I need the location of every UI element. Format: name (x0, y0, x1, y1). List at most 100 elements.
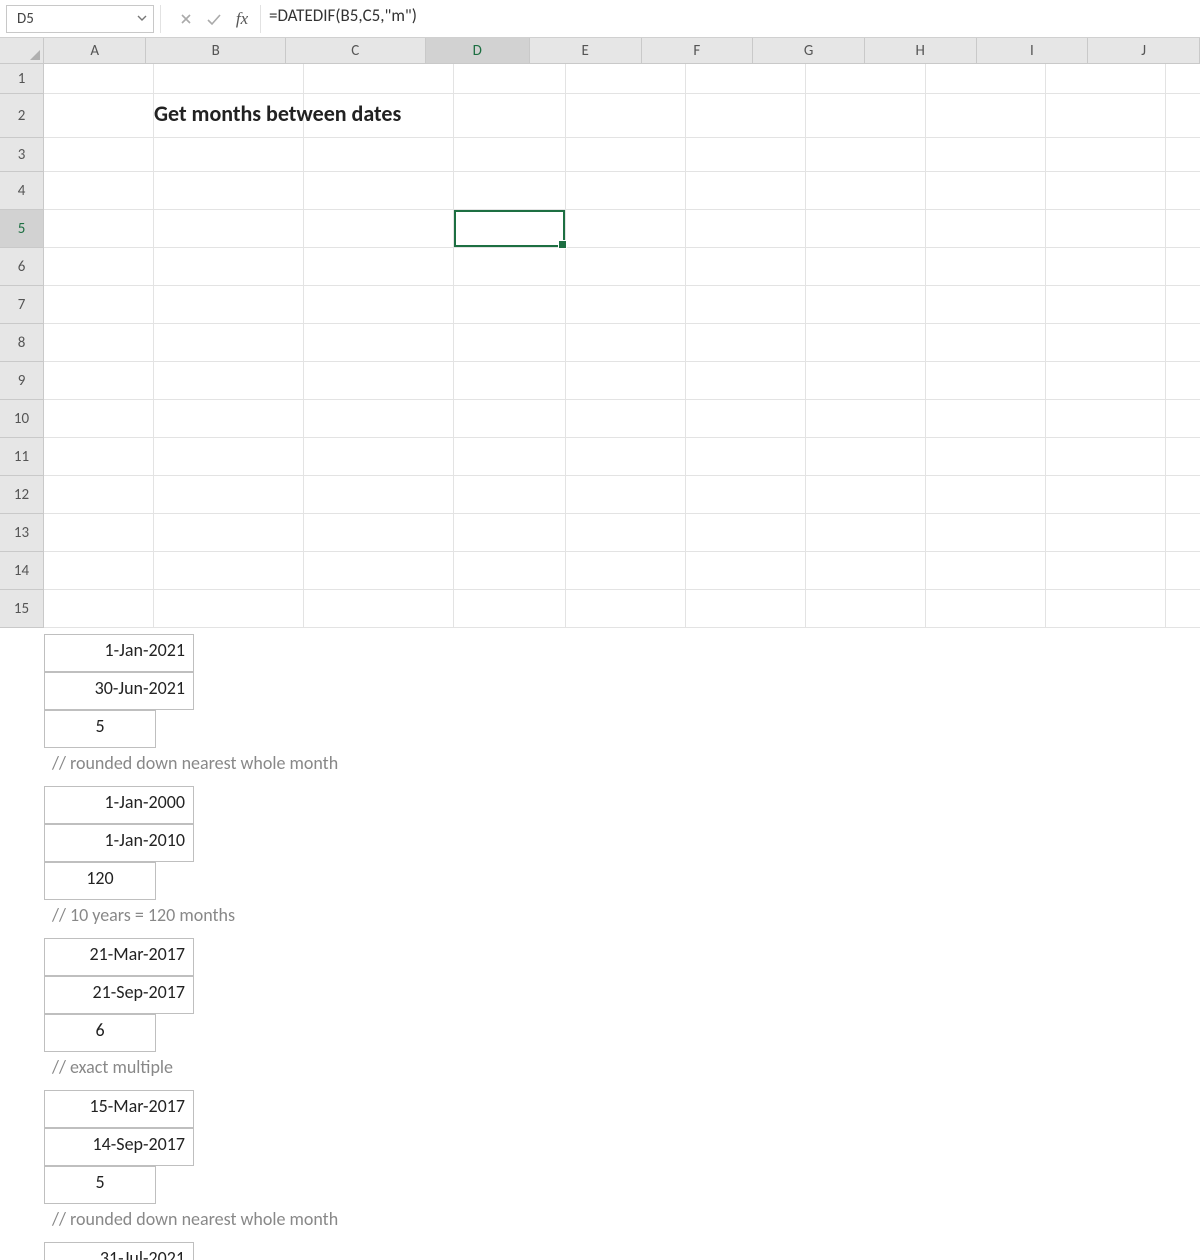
cell-B10[interactable] (154, 400, 304, 438)
cell-C15[interactable] (304, 590, 454, 628)
column-header-D[interactable]: D (426, 38, 530, 63)
cell-C3[interactable] (304, 138, 454, 172)
cell-H2[interactable] (926, 94, 1046, 138)
column-header-F[interactable]: F (642, 38, 754, 63)
chevron-down-icon[interactable] (137, 10, 147, 28)
cell-I12[interactable] (1046, 476, 1166, 514)
cell-G11[interactable] (806, 438, 926, 476)
cell-A12[interactable] (44, 476, 154, 514)
cell-A6[interactable] (44, 248, 154, 286)
column-header-A[interactable]: A (44, 38, 146, 63)
table-cell-end[interactable]: 1-Jan-2010 (44, 824, 194, 862)
cell-J13[interactable] (1166, 514, 1200, 552)
cell-J15[interactable] (1166, 590, 1200, 628)
table-cell-start[interactable]: 15-Mar-2017 (44, 1090, 194, 1128)
cell-H11[interactable] (926, 438, 1046, 476)
cell-H1[interactable] (926, 64, 1046, 94)
row-header-12[interactable]: 12 (0, 476, 43, 514)
cell-H12[interactable] (926, 476, 1046, 514)
cell-J5[interactable] (1166, 210, 1200, 248)
cell-H3[interactable] (926, 138, 1046, 172)
cell-F4[interactable] (686, 172, 806, 210)
cell-G10[interactable] (806, 400, 926, 438)
cells-area[interactable]: Get months between datesStartEndMonths1-… (44, 64, 644, 1260)
cell-A7[interactable] (44, 286, 154, 324)
cell-D15[interactable] (454, 590, 566, 628)
cell-I7[interactable] (1046, 286, 1166, 324)
cell-F6[interactable] (686, 248, 806, 286)
cell-I13[interactable] (1046, 514, 1166, 552)
cell-B7[interactable] (154, 286, 304, 324)
cell-D1[interactable] (454, 64, 566, 94)
cell-C13[interactable] (304, 514, 454, 552)
column-header-E[interactable]: E (530, 38, 642, 63)
select-all-button[interactable] (0, 38, 44, 64)
cell-A2[interactable] (44, 94, 154, 138)
cell-C11[interactable] (304, 438, 454, 476)
cell-H9[interactable] (926, 362, 1046, 400)
cell-D5[interactable] (454, 210, 566, 248)
name-box[interactable]: D5 (6, 5, 154, 33)
cell-E15[interactable] (566, 590, 686, 628)
cell-J4[interactable] (1166, 172, 1200, 210)
row-header-7[interactable]: 7 (0, 286, 43, 324)
row-header-14[interactable]: 14 (0, 552, 43, 590)
cell-A5[interactable] (44, 210, 154, 248)
cell-J14[interactable] (1166, 552, 1200, 590)
cell-I11[interactable] (1046, 438, 1166, 476)
cell-D4[interactable] (454, 172, 566, 210)
cell-G4[interactable] (806, 172, 926, 210)
table-cell-start[interactable]: 1-Jan-2000 (44, 786, 194, 824)
fx-insert-function-icon[interactable]: fx (228, 5, 256, 33)
cell-I9[interactable] (1046, 362, 1166, 400)
row-header-3[interactable]: 3 (0, 138, 43, 172)
cell-E3[interactable] (566, 138, 686, 172)
cell-A1[interactable] (44, 64, 154, 94)
cell-H7[interactable] (926, 286, 1046, 324)
row-header-1[interactable]: 1 (0, 64, 43, 94)
cell-J3[interactable] (1166, 138, 1200, 172)
cell-G2[interactable] (806, 94, 926, 138)
column-header-H[interactable]: H (865, 38, 977, 63)
cell-J8[interactable] (1166, 324, 1200, 362)
formula-input[interactable]: =DATEDIF(B5,C5,"m") (260, 5, 1194, 33)
cell-C12[interactable] (304, 476, 454, 514)
cell-E5[interactable] (566, 210, 686, 248)
cell-E1[interactable] (566, 64, 686, 94)
cell-G13[interactable] (806, 514, 926, 552)
cell-J9[interactable] (1166, 362, 1200, 400)
row-header-2[interactable]: 2 (0, 94, 43, 138)
cell-E7[interactable] (566, 286, 686, 324)
cell-E10[interactable] (566, 400, 686, 438)
cell-A9[interactable] (44, 362, 154, 400)
cell-H4[interactable] (926, 172, 1046, 210)
cell-J11[interactable] (1166, 438, 1200, 476)
cell-D8[interactable] (454, 324, 566, 362)
cell-I8[interactable] (1046, 324, 1166, 362)
cell-F11[interactable] (686, 438, 806, 476)
row-header-5[interactable]: 5 (0, 210, 43, 248)
cell-G12[interactable] (806, 476, 926, 514)
cell-D11[interactable] (454, 438, 566, 476)
cell-G1[interactable] (806, 64, 926, 94)
enter-icon[interactable] (200, 5, 228, 33)
column-header-I[interactable]: I (977, 38, 1089, 63)
cell-I4[interactable] (1046, 172, 1166, 210)
cell-F9[interactable] (686, 362, 806, 400)
cell-G6[interactable] (806, 248, 926, 286)
row-header-10[interactable]: 10 (0, 400, 43, 438)
cell-C8[interactable] (304, 324, 454, 362)
cell-I15[interactable] (1046, 590, 1166, 628)
cell-I5[interactable] (1046, 210, 1166, 248)
cell-H14[interactable] (926, 552, 1046, 590)
cell-J7[interactable] (1166, 286, 1200, 324)
cell-I1[interactable] (1046, 64, 1166, 94)
cell-C7[interactable] (304, 286, 454, 324)
table-cell-months[interactable]: 120 (44, 862, 156, 900)
cell-G8[interactable] (806, 324, 926, 362)
cell-H8[interactable] (926, 324, 1046, 362)
cell-B4[interactable] (154, 172, 304, 210)
column-header-C[interactable]: C (286, 38, 426, 63)
cell-A3[interactable] (44, 138, 154, 172)
cell-B5[interactable] (154, 210, 304, 248)
